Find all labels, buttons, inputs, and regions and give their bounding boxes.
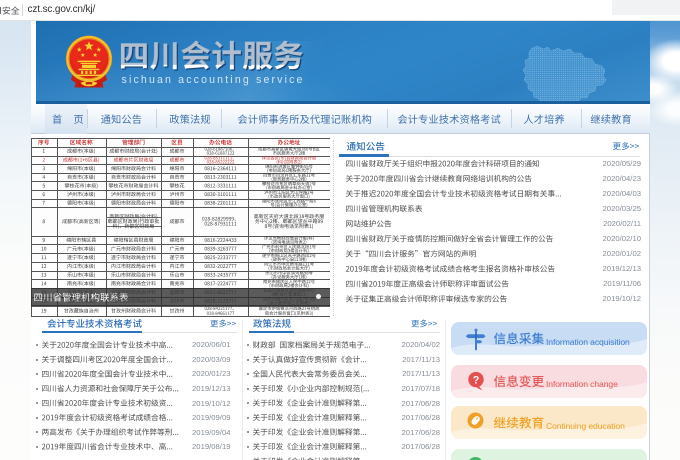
svg-text:?: ?	[473, 375, 480, 387]
